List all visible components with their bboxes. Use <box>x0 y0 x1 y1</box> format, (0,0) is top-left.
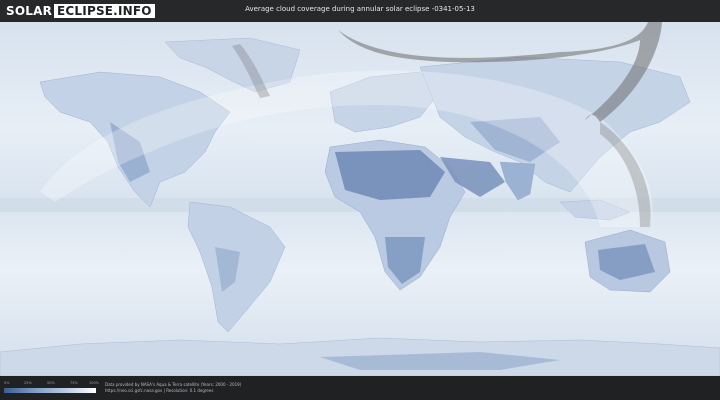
map-title: Average cloud coverage during annular so… <box>245 5 475 13</box>
legend-tick-75: 75% <box>70 381 78 385</box>
legend-tick-100: 100% <box>89 381 100 385</box>
legend-tick-0: 0% <box>4 381 10 385</box>
world-map-svg <box>0 22 720 376</box>
credits-line-2: https://neo.sci.gsfc.nasa.gov | Resoluti… <box>105 388 214 393</box>
footer-bar: 0% 25% 50% 75% 100% Data provided by NAS… <box>0 376 720 400</box>
cloud-coverage-map <box>0 22 720 376</box>
cloud-coverage-legend-bar <box>4 388 96 393</box>
legend-tick-50: 50% <box>47 381 55 385</box>
legend-tick-25: 25% <box>24 381 32 385</box>
data-credits: Data provided by NASA's Aqua & Terra sat… <box>105 382 241 394</box>
header-bar: SOLAR ECLIPSE.INFO Average cloud coverag… <box>0 0 720 22</box>
legend-tick-labels: 0% 25% 50% 75% 100% <box>4 381 100 387</box>
